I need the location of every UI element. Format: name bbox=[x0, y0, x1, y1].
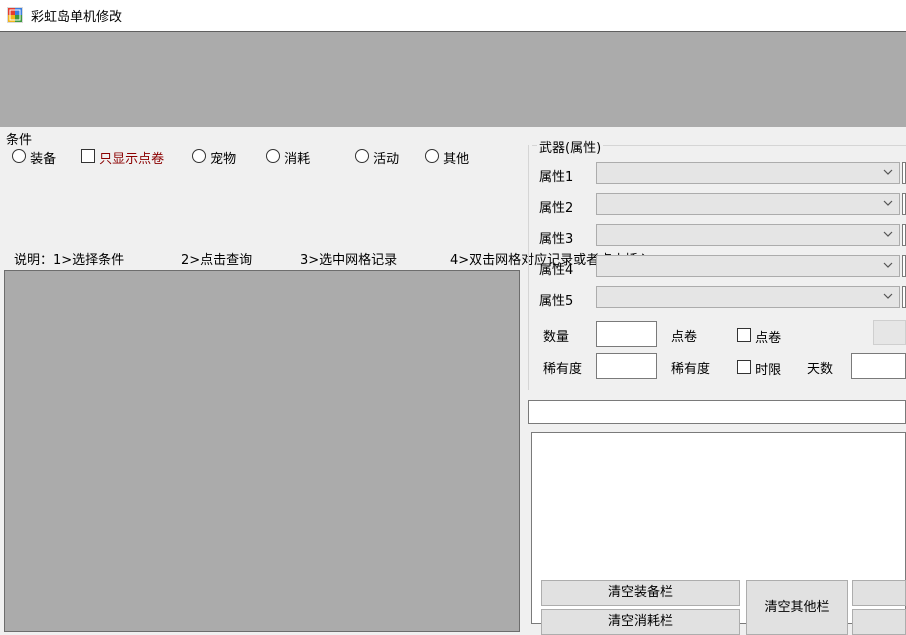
attr2-extra[interactable] bbox=[902, 193, 906, 215]
radio-circle[interactable] bbox=[425, 149, 439, 163]
radio-label: 消耗 bbox=[284, 152, 311, 167]
clear-consume-button[interactable]: 清空消耗栏 bbox=[541, 609, 740, 635]
radio-activity[interactable]: 活动 bbox=[355, 148, 399, 167]
attr5-label: 属性5 bbox=[539, 294, 574, 309]
quantity-input[interactable] bbox=[596, 321, 657, 347]
checkbox-box[interactable] bbox=[737, 328, 751, 342]
extra-button-2[interactable] bbox=[852, 609, 906, 635]
rarity-label-2: 稀有度 bbox=[671, 362, 711, 377]
attr2-label: 属性2 bbox=[539, 201, 574, 216]
chevron-down-icon bbox=[883, 169, 893, 175]
days-input[interactable] bbox=[851, 353, 906, 379]
radio-label: 宠物 bbox=[210, 152, 237, 167]
chevron-down-icon bbox=[883, 200, 893, 206]
quantity-label: 数量 bbox=[543, 330, 570, 345]
checkbox-label: 点卷 bbox=[755, 331, 782, 346]
attr4-extra[interactable] bbox=[902, 255, 906, 277]
weapon-group-border-left bbox=[528, 145, 529, 390]
conditions-label: 条件 bbox=[6, 133, 33, 148]
attr1-label: 属性1 bbox=[539, 170, 574, 185]
instruction-step2: 2>点击查询 bbox=[181, 253, 253, 268]
chevron-down-icon bbox=[883, 231, 893, 237]
radio-circle[interactable] bbox=[192, 149, 206, 163]
title-bar: 彩虹岛单机修改 bbox=[0, 0, 906, 31]
weapon-group-label: 武器(属性) bbox=[537, 137, 604, 156]
rarity-label: 稀有度 bbox=[543, 362, 583, 377]
disabled-button[interactable] bbox=[873, 320, 906, 345]
attr3-extra[interactable] bbox=[902, 224, 906, 246]
dianjuan-label: 点卷 bbox=[671, 330, 698, 345]
radio-equip[interactable]: 装备 bbox=[12, 148, 56, 167]
checkbox-box[interactable] bbox=[81, 149, 95, 163]
checkbox-label: 只显示点卷 bbox=[99, 152, 165, 167]
attr1-combo[interactable] bbox=[596, 162, 900, 184]
chevron-down-icon bbox=[883, 262, 893, 268]
extra-button-1[interactable] bbox=[852, 580, 906, 606]
radio-circle[interactable] bbox=[12, 149, 26, 163]
radio-pet[interactable]: 宠物 bbox=[192, 148, 236, 167]
radio-label: 其他 bbox=[443, 152, 470, 167]
app-icon bbox=[7, 7, 23, 23]
clear-other-button[interactable]: 清空其他栏 bbox=[746, 580, 848, 635]
attr3-label: 属性3 bbox=[539, 232, 574, 247]
attr5-combo[interactable] bbox=[596, 286, 900, 308]
radio-circle[interactable] bbox=[266, 149, 280, 163]
rarity-input[interactable] bbox=[596, 353, 657, 379]
time-limit-checkbox[interactable]: 时限 bbox=[737, 359, 781, 378]
instruction-step3: 3>选中网格记录 bbox=[300, 253, 398, 268]
radio-consume[interactable]: 消耗 bbox=[266, 148, 310, 167]
attr4-label: 属性4 bbox=[539, 263, 574, 278]
search-input[interactable] bbox=[528, 400, 906, 424]
checkbox-box[interactable] bbox=[737, 360, 751, 374]
radio-other[interactable]: 其他 bbox=[425, 148, 469, 167]
attr1-extra[interactable] bbox=[902, 162, 906, 184]
attr3-combo[interactable] bbox=[596, 224, 900, 246]
attr5-extra[interactable] bbox=[902, 286, 906, 308]
clear-equip-button[interactable]: 清空装备栏 bbox=[541, 580, 740, 606]
attr4-combo[interactable] bbox=[596, 255, 900, 277]
radio-circle[interactable] bbox=[355, 149, 369, 163]
radio-label: 装备 bbox=[30, 152, 57, 167]
checkbox-only-dianjuan[interactable]: 只显示点卷 bbox=[81, 148, 164, 167]
days-label: 天数 bbox=[807, 362, 834, 377]
top-panel bbox=[0, 31, 906, 127]
checkbox-label: 时限 bbox=[755, 363, 782, 378]
attr2-combo[interactable] bbox=[596, 193, 900, 215]
data-grid[interactable] bbox=[4, 270, 520, 632]
window-title: 彩虹岛单机修改 bbox=[31, 10, 123, 25]
instruction-step1: 说明：1>选择条件 bbox=[14, 253, 125, 268]
chevron-down-icon bbox=[883, 293, 893, 299]
dianjuan-checkbox[interactable]: 点卷 bbox=[737, 327, 781, 346]
radio-label: 活动 bbox=[373, 152, 400, 167]
